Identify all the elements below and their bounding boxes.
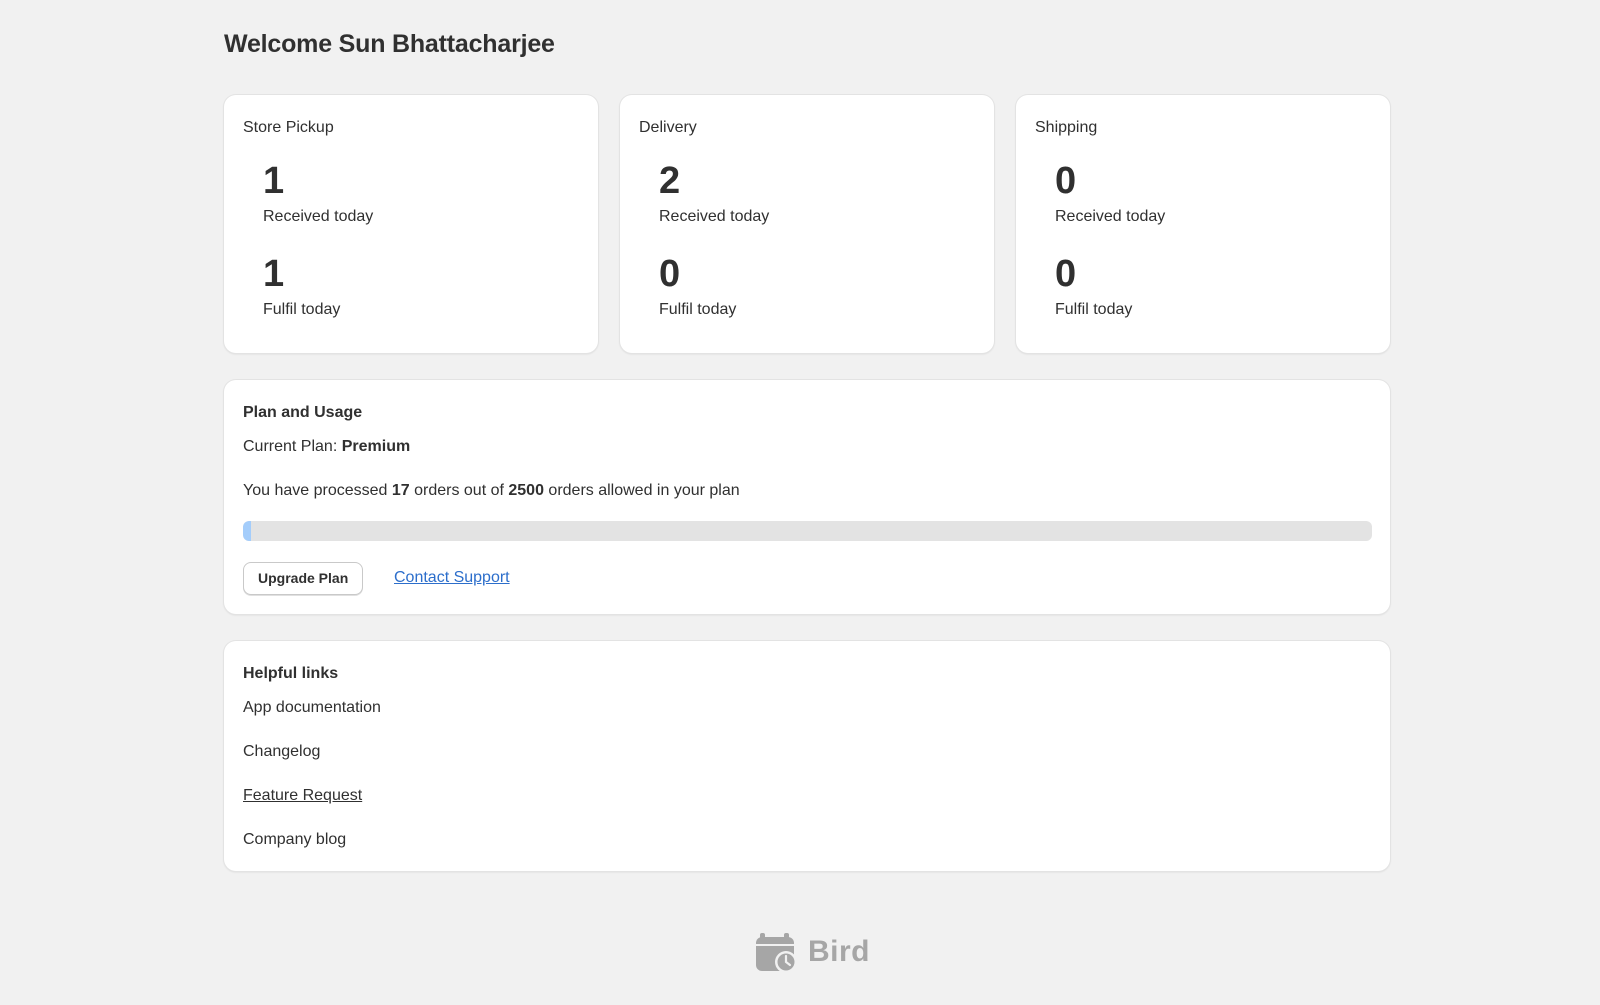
- card-title: Delivery: [639, 119, 697, 136]
- contact-support-link[interactable]: Contact Support: [394, 568, 510, 588]
- feature-request-link[interactable]: Feature Request: [243, 786, 362, 806]
- fulfil-count: 0: [659, 253, 681, 295]
- allowed-count: 2500: [508, 482, 544, 499]
- section-title: Helpful links: [243, 665, 339, 682]
- helpful-links-card: Helpful links App documentation Changelo…: [224, 641, 1390, 871]
- footer-logo: Bird: [756, 930, 870, 974]
- received-label: Received today: [263, 208, 374, 225]
- fulfil-stat: 0 Fulfil today: [1055, 254, 1132, 320]
- usage-progress-fill: [243, 521, 251, 541]
- usage-prefix: You have processed: [243, 482, 392, 499]
- delivery-card: Delivery 2 Received today 0 Fulfil today: [620, 95, 994, 353]
- calendar-clock-icon: [756, 931, 798, 973]
- plan-usage-card: Plan and Usage Current Plan: Premium You…: [224, 380, 1390, 614]
- received-stat: 0 Received today: [1055, 161, 1165, 227]
- fulfil-stat: 1 Fulfil today: [263, 254, 340, 320]
- usage-suffix: orders allowed in your plan: [543, 482, 740, 499]
- fulfil-count: 1: [263, 253, 285, 295]
- app-documentation-link[interactable]: App documentation: [243, 698, 381, 718]
- fulfil-count: 0: [1055, 253, 1077, 295]
- company-blog-link[interactable]: Company blog: [243, 830, 346, 850]
- received-count: 1: [263, 160, 285, 202]
- received-stat: 2 Received today: [659, 161, 769, 227]
- current-plan-line: Current Plan: Premium: [243, 437, 410, 457]
- usage-summary: You have processed 17 orders out of 2500…: [243, 481, 740, 501]
- card-title: Store Pickup: [243, 119, 334, 136]
- page-title: Welcome Sun Bhattacharjee: [224, 30, 555, 58]
- usage-middle: orders out of: [409, 482, 509, 499]
- received-count: 0: [1055, 160, 1077, 202]
- fulfil-label: Fulfil today: [659, 301, 737, 318]
- shipping-card: Shipping 0 Received today 0 Fulfil today: [1016, 95, 1390, 353]
- received-stat: 1 Received today: [263, 161, 373, 227]
- changelog-link[interactable]: Changelog: [243, 742, 320, 762]
- usage-progress-bar: [243, 521, 1372, 541]
- processed-count: 17: [391, 482, 410, 499]
- store-pickup-card: Store Pickup 1 Received today 1 Fulfil t…: [224, 95, 598, 353]
- received-label: Received today: [1055, 208, 1166, 225]
- received-count: 2: [659, 160, 681, 202]
- upgrade-plan-button[interactable]: Upgrade Plan: [243, 562, 364, 595]
- current-plan-label: Current Plan:: [243, 438, 342, 455]
- logo-text: Bird: [808, 935, 870, 968]
- fulfil-label: Fulfil today: [263, 301, 341, 318]
- received-label: Received today: [659, 208, 770, 225]
- fulfil-label: Fulfil today: [1055, 301, 1133, 318]
- current-plan-value: Premium: [341, 438, 411, 455]
- fulfil-stat: 0 Fulfil today: [659, 254, 736, 320]
- section-title: Plan and Usage: [243, 404, 363, 421]
- app-home-page: Welcome Sun Bhattacharjee Store Pickup 1…: [0, 0, 1600, 1005]
- card-title: Shipping: [1035, 119, 1098, 136]
